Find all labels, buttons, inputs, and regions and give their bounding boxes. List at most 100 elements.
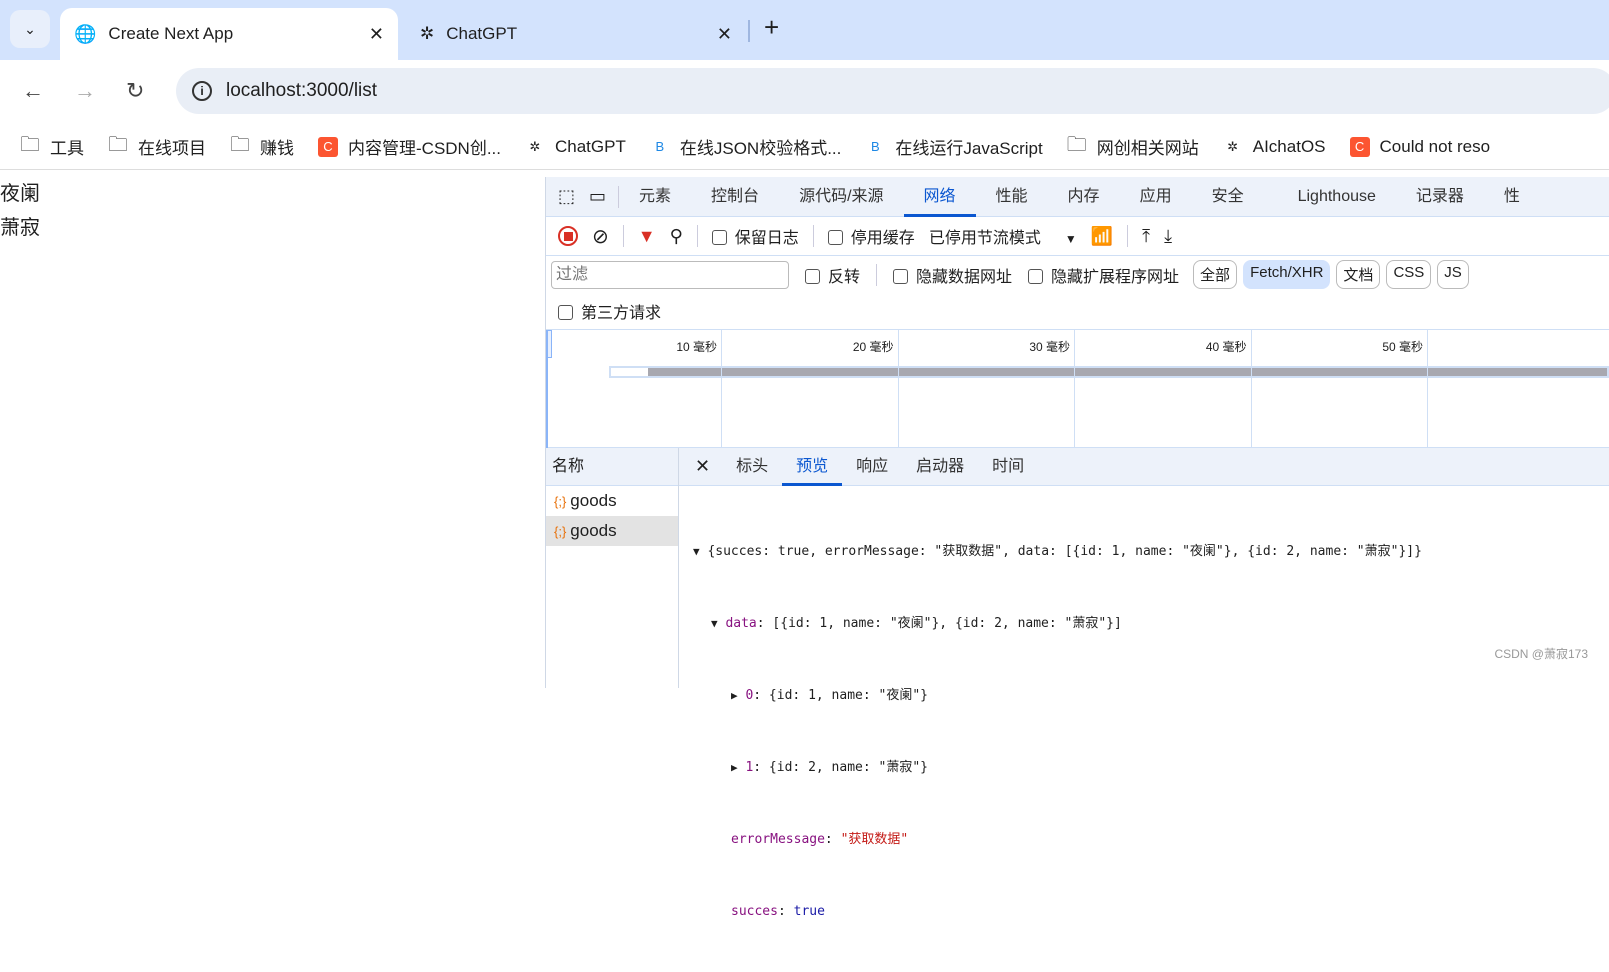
export-har-icon[interactable]: ⤓ <box>1164 226 1172 247</box>
browser-tab-bar: ⌄ 🌐 Create Next App ✕ ✲ ChatGPT ✕ + <box>0 0 1609 60</box>
bookmark-item[interactable]: ✲ ChatGPT <box>525 137 626 157</box>
request-detail: ✕ 标头 预览 响应 启动器 时间 ▼ {succes: true, errorMess… <box>679 448 1609 919</box>
detail-tab[interactable]: 启动器 <box>902 448 978 486</box>
expand-icon: ▶ <box>731 689 738 702</box>
name-column-header[interactable]: 名称 <box>546 448 678 486</box>
forward-icon[interactable]: → <box>74 78 96 104</box>
clear-icon[interactable]: ⊘ <box>592 224 609 249</box>
divider <box>812 225 814 247</box>
type-filter-button[interactable]: Fetch/XHR <box>1243 260 1331 289</box>
detail-tab[interactable]: 响应 <box>842 448 902 486</box>
filter-icon[interactable]: ▼ <box>638 226 656 247</box>
bookmark-item[interactable]: B 在线运行JavaScript <box>865 134 1043 159</box>
close-tab-icon[interactable]: ✕ <box>717 24 732 45</box>
bookmark-item[interactable]: 🗀 赚钱 <box>230 134 294 159</box>
bookmark-item[interactable]: ✲ AIchatOS <box>1223 137 1325 157</box>
bejson-icon: B <box>655 139 665 154</box>
tab-chatgpt[interactable]: ✲ ChatGPT ✕ <box>406 8 746 60</box>
device-toggle-icon[interactable]: ▭ <box>583 186 618 207</box>
xhr-icon: {;} <box>554 494 567 509</box>
detail-tabs: ✕ 标头 预览 响应 启动器 时间 <box>679 448 1609 486</box>
import-har-icon[interactable]: ⤒ <box>1142 226 1150 247</box>
devtools-tab[interactable]: 性能 <box>976 177 1048 217</box>
back-icon[interactable]: ← <box>22 78 44 104</box>
address-bar[interactable]: i localhost:3000/list <box>176 68 1609 114</box>
devtools-tab[interactable]: 性 <box>1484 177 1540 217</box>
tab-separator <box>748 20 750 42</box>
page-content: 夜阑 萧寂 <box>0 177 545 688</box>
type-filter-button[interactable]: JS <box>1437 260 1469 289</box>
preserve-log-checkbox[interactable]: 保留日志 <box>711 224 799 248</box>
type-filter-button[interactable]: CSS <box>1386 260 1432 289</box>
response-root[interactable]: ▼ {succes: true, errorMessage: "获取数据", d… <box>693 540 1609 564</box>
openai-icon: ✲ <box>420 24 435 43</box>
detail-tab[interactable]: 标头 <box>722 448 782 486</box>
devtools-tab[interactable]: 控制台 <box>691 177 779 217</box>
csdn-icon: C <box>1349 136 1370 157</box>
preview-tree: ▼ {succes: true, errorMessage: "获取数据", d… <box>679 486 1609 972</box>
detail-tab[interactable]: 预览 <box>782 448 843 486</box>
close-detail-icon[interactable]: ✕ <box>679 456 722 477</box>
search-icon[interactable]: ⚲ <box>670 226 683 247</box>
bookmark-item[interactable]: C Could not reso <box>1349 136 1490 157</box>
succes-field: succes: true <box>731 904 825 919</box>
devtools-tab[interactable]: 内存 <box>1048 177 1120 217</box>
request-list: 名称 {;} goods {;} goods <box>546 448 679 688</box>
devtools-tab[interactable]: 应用 <box>1120 177 1192 217</box>
new-tab-button[interactable]: + <box>764 12 779 43</box>
csdn-icon: C <box>318 136 338 157</box>
timeline-tick: 30 毫秒 <box>899 330 1075 449</box>
inspect-icon[interactable]: ⬚ <box>546 186 583 207</box>
tab-list-button[interactable]: ⌄ <box>10 10 50 48</box>
data-node[interactable]: ▼ data: [{id: 1, name: "夜阑"}, {id: 2, na… <box>693 612 1609 636</box>
devtools-tab[interactable]: 记录器 <box>1396 177 1484 217</box>
bookmark-item[interactable]: C 内容管理-CSDN创... <box>318 134 501 159</box>
bookmark-item[interactable]: 🗀 工具 <box>20 134 84 159</box>
hide-data-urls-checkbox[interactable]: 隐藏数据网址 <box>893 263 1012 287</box>
bookmark-item[interactable]: 🗀 网创相关网站 <box>1067 134 1199 159</box>
request-row[interactable]: {;} goods <box>546 486 678 516</box>
devtools-tab[interactable]: 网络 <box>903 177 976 217</box>
divider <box>876 263 878 286</box>
filter-bar: 反转 隐藏数据网址 隐藏扩展程序网址 全部Fetch/XHR文档CSSJS <box>546 256 1609 293</box>
timeline-tick: 40 毫秒 <box>1076 330 1252 449</box>
list-item: 萧寂 <box>0 217 40 239</box>
third-party-checkbox[interactable]: 第三方请求 <box>558 299 661 323</box>
network-overview-timeline[interactable]: 10 毫秒20 毫秒30 毫秒40 毫秒50 毫秒60 <box>546 329 1609 449</box>
record-stop-icon[interactable] <box>558 226 578 246</box>
globe-icon: 🌐 <box>74 23 97 44</box>
reload-icon[interactable]: ↻ <box>126 78 144 104</box>
devtools-tab[interactable]: 元素 <box>619 177 691 217</box>
devtools-tab[interactable]: 源代码/来源 <box>779 177 903 217</box>
disable-cache-checkbox[interactable]: 停用缓存 <box>827 224 915 248</box>
xhr-icon: {;} <box>554 524 567 539</box>
network-toolbar: ⊘ ▼ ⚲ 保留日志 停用缓存 已停用节流模式 ▼ 📶 ⤒ ⤓ <box>546 217 1609 256</box>
close-tab-icon[interactable]: ✕ <box>369 24 384 45</box>
divider <box>696 225 698 247</box>
folder-icon: 🗀 <box>108 133 128 156</box>
devtools-tab[interactable]: Lighthouse <box>1278 177 1396 217</box>
invert-checkbox[interactable]: 反转 <box>805 263 860 287</box>
detail-tab[interactable]: 时间 <box>978 448 1038 486</box>
type-filter-button[interactable]: 全部 <box>1193 260 1238 289</box>
type-filter-button[interactable]: 文档 <box>1336 260 1381 289</box>
throttle-select[interactable]: 已停用节流模式 ▼ <box>929 224 1077 248</box>
timeline-tick: 50 毫秒 <box>1252 330 1428 449</box>
devtools-tab[interactable]: 安全 <box>1192 177 1264 217</box>
tab-create-next-app[interactable]: 🌐 Create Next App ✕ <box>60 8 398 60</box>
openai-icon: ✲ <box>529 138 541 154</box>
filter-input[interactable] <box>551 260 789 289</box>
site-info-icon[interactable]: i <box>192 81 212 101</box>
folder-icon: 🗀 <box>20 133 40 156</box>
data-item-1[interactable]: ▶ 1: {id: 2, name: "萧寂"} <box>693 756 1609 780</box>
bookmark-item[interactable]: 🗀 在线项目 <box>108 134 206 159</box>
url-text[interactable]: localhost:3000/list <box>226 80 377 102</box>
list-item: 夜阑 <box>0 183 40 205</box>
address-row: ← → ↻ i localhost:3000/list <box>0 60 1609 124</box>
bookmark-item[interactable]: B 在线JSON校验格式... <box>650 134 842 159</box>
request-row[interactable]: {;} goods <box>546 516 678 546</box>
hide-extension-urls-checkbox[interactable]: 隐藏扩展程序网址 <box>1028 263 1179 287</box>
network-conditions-icon[interactable]: 📶 <box>1091 226 1113 247</box>
error-message-field: errorMessage: "获取数据" <box>731 832 909 847</box>
expand-icon: ▶ <box>731 761 738 774</box>
